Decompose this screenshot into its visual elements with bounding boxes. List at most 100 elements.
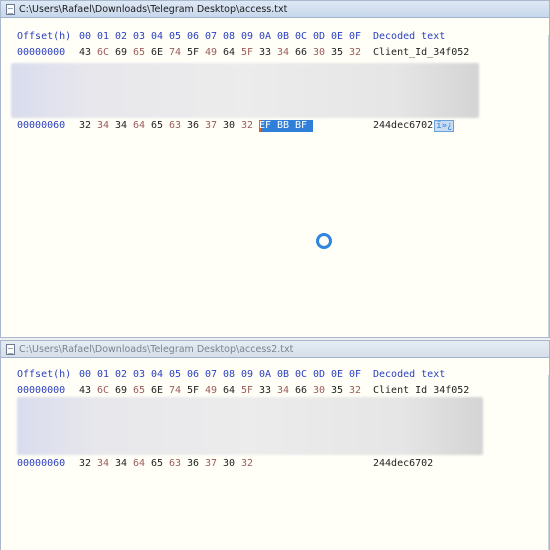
- hex-byte[interactable]: 32: [241, 458, 259, 470]
- redacted-rows: [11, 63, 479, 118]
- hex-byte[interactable]: 65: [151, 458, 169, 470]
- hex-byte[interactable]: 74: [169, 385, 187, 397]
- hex-byte[interactable]: 30: [223, 458, 241, 470]
- column-header: 08: [223, 369, 236, 380]
- hex-byte[interactable]: 66: [295, 385, 313, 397]
- column-header: 0F: [349, 31, 362, 42]
- hex-byte[interactable]: 5F: [187, 385, 205, 397]
- hex-byte[interactable]: 34: [97, 120, 115, 132]
- column-header: 01: [97, 369, 110, 380]
- column-header: 0B: [277, 369, 290, 380]
- window-edge: [548, 35, 549, 337]
- column-header: 0E: [331, 31, 344, 42]
- hex-byte[interactable]: 6C: [97, 385, 115, 397]
- column-header: 08: [223, 31, 236, 42]
- hex-row[interactable]: 00000000 43 6C 69 65 6E 74 5F 49 64 5F 33 34 66 30 35 32…: [17, 47, 469, 59]
- column-header: 0B: [277, 31, 290, 42]
- hex-byte[interactable]: 30: [313, 385, 331, 397]
- offset-header: Offset(h): [17, 369, 72, 380]
- decoded-text[interactable]: Client_Id_34f052: [373, 47, 469, 59]
- hex-byte-selected[interactable]: EF: [259, 120, 277, 132]
- hex-row[interactable]: 00000000 43 6C 69 65 6E 74 5F 49 64 5F 33 34 66 30 35 32…: [17, 385, 469, 397]
- hex-editor-window-access2[interactable]: C:\Users\Rafael\Downloads\Telegram Deskt…: [0, 340, 550, 550]
- hex-editor-window-access[interactable]: C:\Users\Rafael\Downloads\Telegram Deskt…: [0, 0, 550, 338]
- column-header: 00: [79, 31, 92, 42]
- hex-byte[interactable]: 35: [331, 385, 349, 397]
- offset-header: Offset(h): [17, 31, 72, 42]
- hex-byte[interactable]: 49: [205, 47, 223, 59]
- window-titlebar[interactable]: C:\Users\Rafael\Downloads\Telegram Deskt…: [1, 1, 549, 18]
- column-header: 03: [133, 369, 146, 380]
- hex-byte[interactable]: 65: [133, 47, 151, 59]
- hex-byte[interactable]: 34: [97, 458, 115, 470]
- hex-byte[interactable]: 5F: [187, 47, 205, 59]
- hex-byte-selected[interactable]: BB: [277, 120, 295, 132]
- decoded-text[interactable]: 244dec6702 ï»¿: [373, 120, 455, 132]
- column-header: 07: [205, 31, 218, 42]
- hex-byte[interactable]: 65: [133, 385, 151, 397]
- column-header: 02: [115, 369, 128, 380]
- hex-byte-selected[interactable]: BF: [295, 120, 313, 132]
- column-header: 0A: [259, 31, 272, 42]
- column-header: 02: [115, 31, 128, 42]
- column-header: 09: [241, 369, 254, 380]
- hex-byte[interactable]: 74: [169, 47, 187, 59]
- column-header: 01: [97, 31, 110, 42]
- column-header: 00: [79, 369, 92, 380]
- hex-byte[interactable]: 34: [115, 458, 133, 470]
- hex-byte[interactable]: 5F: [241, 385, 259, 397]
- hex-row[interactable]: 00000060 32 34 34 64 65 63 36 37 30 32 244dec6702: [17, 458, 433, 470]
- document-icon: [6, 3, 15, 15]
- hex-byte[interactable]: 34: [115, 120, 133, 132]
- decoded-text[interactable]: Client Id 34f052: [373, 385, 469, 397]
- hex-byte[interactable]: 43: [79, 47, 97, 59]
- hex-header-row: Offset(h) 00 01 02 03 04 05 06 07 08 09 0A 0B 0C 0D 0E 0…: [17, 369, 445, 381]
- hex-byte[interactable]: 63: [169, 120, 187, 132]
- hex-byte[interactable]: 66: [295, 47, 313, 59]
- column-header: 0F: [349, 369, 362, 380]
- window-titlebar[interactable]: C:\Users\Rafael\Downloads\Telegram Deskt…: [1, 341, 549, 358]
- hex-byte[interactable]: 69: [115, 385, 133, 397]
- hex-byte[interactable]: 34: [277, 385, 295, 397]
- column-header: 07: [205, 369, 218, 380]
- hex-byte[interactable]: 30: [223, 120, 241, 132]
- hex-byte[interactable]: 32: [79, 120, 97, 132]
- hex-byte[interactable]: 32: [349, 385, 367, 397]
- hex-byte[interactable]: 32: [79, 458, 97, 470]
- hex-byte[interactable]: 33: [259, 47, 277, 59]
- decoded-text[interactable]: 244dec6702: [373, 458, 433, 470]
- hex-byte[interactable]: 6C: [97, 47, 115, 59]
- hex-byte[interactable]: 34: [277, 47, 295, 59]
- hex-byte[interactable]: 64: [223, 385, 241, 397]
- hex-byte[interactable]: 43: [79, 385, 97, 397]
- hex-view[interactable]: Offset(h) 00 01 02 03 04 05 06 07 08 09 0A 0B 0C 0D 0E 0…: [1, 358, 549, 550]
- hex-byte[interactable]: 64: [133, 458, 151, 470]
- hex-byte[interactable]: 6E: [151, 47, 169, 59]
- loading-spinner-icon: [316, 233, 332, 249]
- hex-byte[interactable]: 35: [331, 47, 349, 59]
- hex-byte[interactable]: 65: [151, 120, 169, 132]
- hex-row[interactable]: 00000060 32 34 34 64 65 63 36 37 30 32 EF BB BF 244de…: [17, 120, 455, 132]
- hex-view[interactable]: Offset(h) 00 01 02 03 04 05 06 07 08 09 0A 0B 0C 0D 0E 0…: [1, 18, 549, 337]
- hex-byte[interactable]: 64: [133, 120, 151, 132]
- hex-byte[interactable]: 36: [187, 458, 205, 470]
- hex-byte[interactable]: 33: [259, 385, 277, 397]
- row-offset: 00000060: [17, 120, 66, 131]
- window-title: C:\Users\Rafael\Downloads\Telegram Deskt…: [19, 343, 294, 355]
- decoded-selection[interactable]: ï»¿: [434, 120, 455, 132]
- hex-byte[interactable]: 5F: [241, 47, 259, 59]
- hex-byte[interactable]: 30: [313, 47, 331, 59]
- hex-byte[interactable]: 49: [205, 385, 223, 397]
- hex-byte[interactable]: 36: [187, 120, 205, 132]
- hex-byte[interactable]: 64: [223, 47, 241, 59]
- hex-byte[interactable]: 63: [169, 458, 187, 470]
- column-header: 05: [169, 31, 182, 42]
- hex-byte[interactable]: 69: [115, 47, 133, 59]
- window-title: C:\Users\Rafael\Downloads\Telegram Deskt…: [19, 3, 288, 15]
- hex-byte[interactable]: 37: [205, 120, 223, 132]
- hex-byte[interactable]: 32: [349, 47, 367, 59]
- hex-byte[interactable]: 6E: [151, 385, 169, 397]
- hex-byte[interactable]: 37: [205, 458, 223, 470]
- hex-byte[interactable]: 32: [241, 120, 259, 132]
- row-offset: 00000060: [17, 458, 66, 469]
